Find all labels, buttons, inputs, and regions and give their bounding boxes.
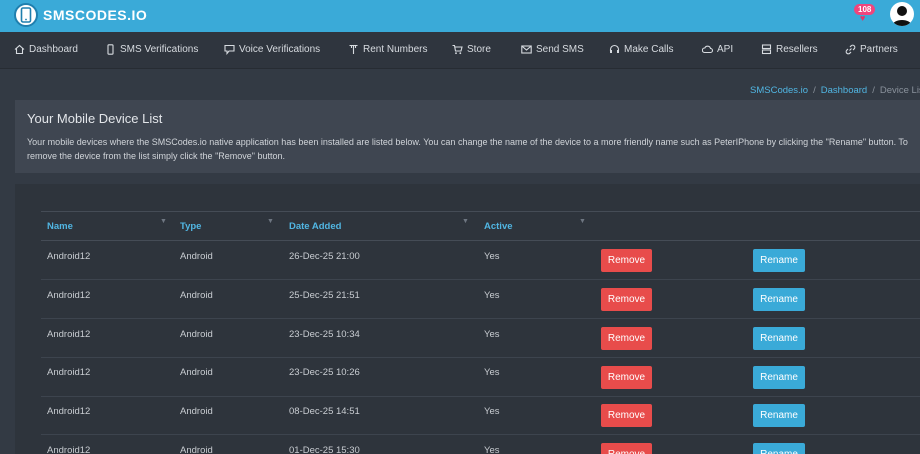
cell-date-added: 01-Dec-25 15:30 [289, 445, 360, 454]
cell-date-added: 08-Dec-25 14:51 [289, 406, 360, 417]
cell-name: Android12 [47, 445, 91, 454]
remove-button[interactable]: Remove [601, 366, 652, 389]
notifications-button[interactable]: 108 ♥ [852, 4, 876, 26]
nav-label: Voice Verifications [239, 44, 321, 55]
nav-label: Dashboard [29, 44, 78, 55]
rename-button[interactable]: Rename [753, 443, 805, 454]
column-header-type[interactable]: Type [180, 221, 201, 232]
breadcrumb-dashboard-link[interactable]: Dashboard [821, 85, 867, 96]
nav-label: Rent Numbers [363, 44, 428, 55]
cell-name: Android12 [47, 406, 91, 417]
rename-button[interactable]: Rename [753, 404, 805, 427]
breadcrumb: SMSCodes.io / Dashboard / Device Lis [750, 85, 920, 96]
cell-date-added: 25-Dec-25 21:51 [289, 290, 360, 301]
breadcrumb-separator: / [813, 85, 816, 96]
nav-rent-numbers[interactable]: Rent Numbers [348, 44, 427, 55]
server-icon [761, 44, 772, 55]
cell-date-added: 23-Dec-25 10:34 [289, 329, 360, 340]
nav-label: Send SMS [536, 44, 584, 55]
cell-active: Yes [484, 329, 500, 340]
cell-type: Android [180, 445, 213, 454]
nav-label: SMS Verifications [120, 44, 199, 55]
nav-dashboard[interactable]: Dashboard [14, 44, 78, 55]
cell-date-added: 23-Dec-25 10:26 [289, 367, 360, 378]
info-description: Your mobile devices where the SMSCodes.i… [27, 137, 908, 161]
nav-label: API [717, 44, 734, 55]
column-header-name[interactable]: Name [47, 221, 73, 232]
nav-label: Partners [860, 44, 898, 55]
sort-icon[interactable]: ▼ [160, 218, 167, 225]
cell-active: Yes [484, 367, 500, 378]
nav-voice-verifications[interactable]: Voice Verifications [224, 44, 320, 55]
nav-store[interactable]: Store [452, 44, 491, 55]
breadcrumb-home-link[interactable]: SMSCodes.io [750, 85, 808, 96]
brand-name: SMSCODES.IO [43, 7, 148, 23]
cell-type: Android [180, 406, 213, 417]
breadcrumb-current: Device Lis [879, 85, 920, 96]
chat-icon [224, 44, 235, 55]
cell-name: Android12 [47, 367, 91, 378]
rename-button[interactable]: Rename [753, 327, 805, 350]
nav-send-sms[interactable]: Send SMS [521, 44, 584, 55]
cell-active: Yes [484, 406, 500, 417]
page-title: Your Mobile Device List [27, 111, 163, 126]
headset-icon [609, 44, 620, 55]
nav-partners[interactable]: Partners [845, 44, 898, 55]
cell-type: Android [180, 367, 213, 378]
rename-button[interactable]: Rename [753, 288, 805, 311]
row-divider [41, 434, 920, 435]
nav-sms-verifications[interactable]: SMS Verifications [105, 44, 198, 55]
table-header-border [41, 240, 920, 241]
cell-name: Android12 [47, 329, 91, 340]
cell-type: Android [180, 290, 213, 301]
home-icon [14, 44, 25, 55]
sort-icon[interactable]: ▼ [462, 218, 469, 225]
brand-logo[interactable]: SMSCODES.IO [14, 3, 147, 27]
remove-button[interactable]: Remove [601, 249, 652, 272]
row-divider [41, 318, 920, 319]
nav-make-calls[interactable]: Make Calls [609, 44, 673, 55]
remove-button[interactable]: Remove [601, 327, 652, 350]
heart-icon: ♥ [860, 13, 866, 23]
cell-active: Yes [484, 251, 500, 262]
row-divider [41, 279, 920, 280]
remove-button[interactable]: Remove [601, 288, 652, 311]
key-icon [348, 44, 359, 55]
user-avatar[interactable] [890, 2, 914, 26]
link-icon [845, 44, 856, 55]
row-divider [41, 396, 920, 397]
nav-label: Resellers [776, 44, 818, 55]
phone-icon [105, 44, 116, 55]
cell-active: Yes [484, 290, 500, 301]
envelope-icon [521, 44, 532, 55]
row-divider [41, 357, 920, 358]
nav-resellers[interactable]: Resellers [761, 44, 818, 55]
logo-phone-icon [14, 3, 38, 27]
breadcrumb-separator: / [872, 85, 875, 96]
column-header-date-added[interactable]: Date Added [289, 221, 341, 232]
rename-button[interactable]: Rename [753, 249, 805, 272]
main-nav: Dashboard SMS Verifications Voice Verifi… [0, 32, 920, 69]
column-header-active[interactable]: Active [484, 221, 513, 232]
sort-icon[interactable]: ▼ [579, 218, 586, 225]
cell-active: Yes [484, 445, 500, 454]
cell-type: Android [180, 329, 213, 340]
nav-label: Make Calls [624, 44, 674, 55]
cell-name: Android12 [47, 290, 91, 301]
remove-button[interactable]: Remove [601, 443, 652, 454]
rename-button[interactable]: Rename [753, 366, 805, 389]
cell-type: Android [180, 251, 213, 262]
cell-name: Android12 [47, 251, 91, 262]
device-list-info-card: Your Mobile Device List Your mobile devi… [15, 100, 920, 173]
top-bar: SMSCODES.IO 108 ♥ [0, 0, 920, 32]
nav-api[interactable]: API [702, 44, 733, 55]
cell-date-added: 26-Dec-25 21:00 [289, 251, 360, 262]
nav-label: Store [467, 44, 491, 55]
remove-button[interactable]: Remove [601, 404, 652, 427]
cart-icon [452, 44, 463, 55]
sort-icon[interactable]: ▼ [267, 218, 274, 225]
table-top-border [41, 211, 920, 212]
cloud-icon [702, 44, 713, 55]
